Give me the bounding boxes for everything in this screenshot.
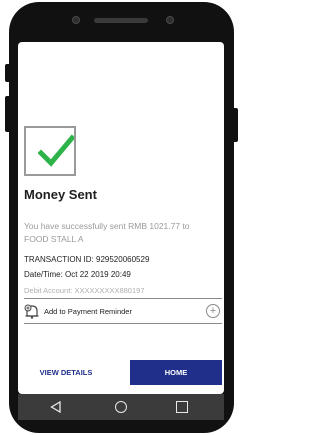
merchant-name: FOOD STALL A: [24, 234, 84, 244]
home-button[interactable]: HOME: [130, 360, 222, 385]
debit-account: Debit Account: XXXXXXXXX880197: [24, 286, 145, 295]
phone-speaker: [94, 18, 148, 23]
back-triangle-icon[interactable]: [50, 401, 62, 413]
transaction-id: TRANSACTION ID: 929520060529: [24, 255, 150, 264]
recent-square-icon[interactable]: [176, 401, 188, 413]
phone-camera: [72, 16, 80, 24]
transaction-date-time: Date/Time: Oct 22 2019 20:49: [24, 270, 131, 279]
home-circle-icon[interactable]: [115, 401, 127, 413]
phone-side-button: [5, 96, 11, 132]
divider: [24, 323, 222, 324]
confirmation-screen: Money Sent You have successfully sent RM…: [18, 42, 224, 394]
success-checkbox: [24, 126, 76, 176]
add-payment-reminder-row[interactable]: Add to Payment Reminder +: [24, 301, 222, 322]
phone-side-button: [232, 108, 238, 142]
page-title: Money Sent: [24, 187, 97, 202]
success-message-text: You have successfully sent RMB 1021.77 t…: [24, 221, 190, 231]
phone-sensor: [166, 16, 174, 24]
check-icon: [38, 134, 74, 167]
divider: [24, 298, 222, 299]
android-nav-bar: [18, 394, 224, 420]
phone-side-button: [5, 64, 11, 82]
reminder-label: Add to Payment Reminder: [44, 307, 132, 316]
view-details-button[interactable]: VIEW DETAILS: [24, 360, 108, 385]
plus-icon[interactable]: +: [206, 304, 220, 318]
success-message: You have successfully sent RMB 1021.77 t…: [24, 220, 224, 246]
bell-icon: [24, 304, 39, 319]
